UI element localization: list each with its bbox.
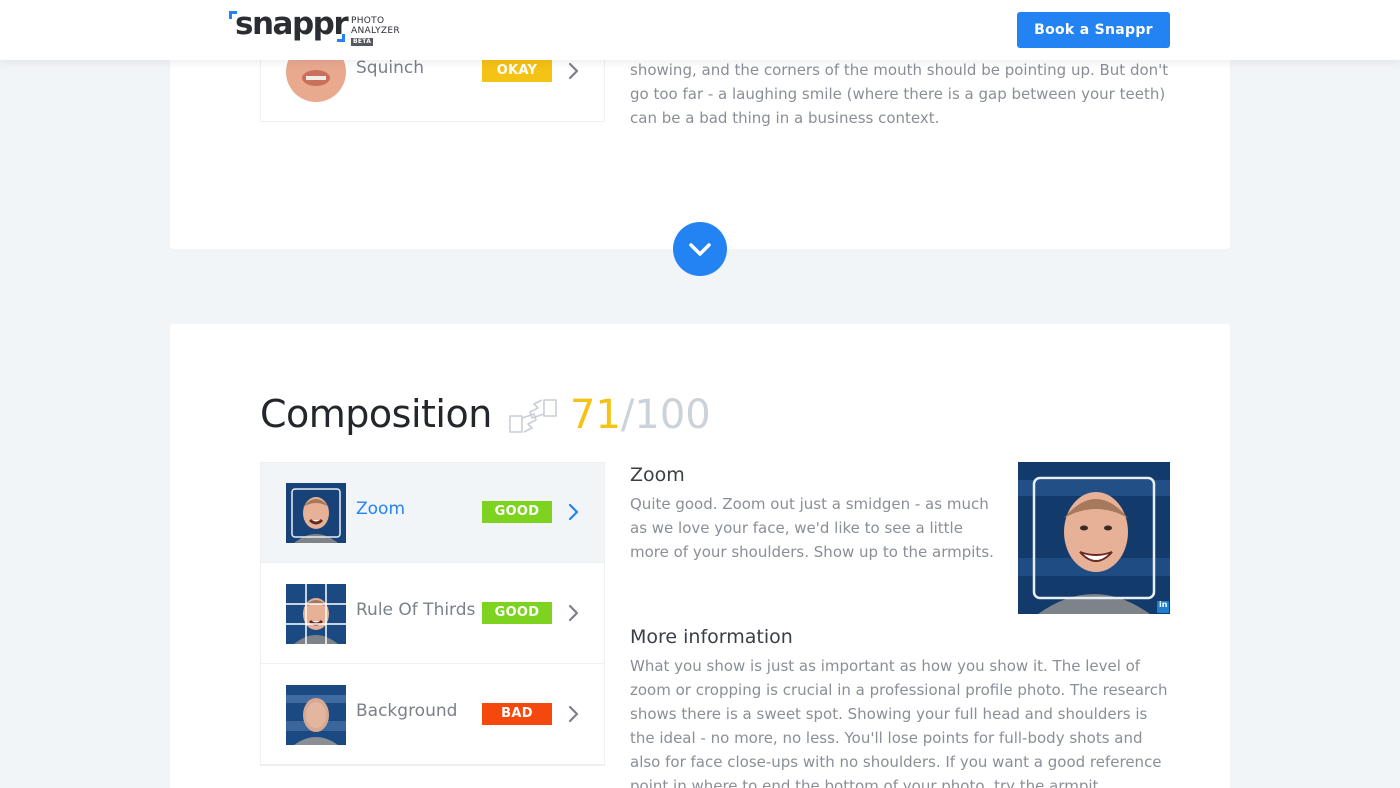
- score-max: /100: [620, 392, 711, 438]
- detail-description: Quite good. Zoom out just a smidgen - as…: [630, 495, 994, 561]
- more-information-heading: More information: [630, 626, 793, 648]
- criteria-row-rule-of-thirds[interactable]: Rule Of Thirds GOOD: [261, 564, 604, 664]
- criteria-row-label: Squinch: [356, 58, 424, 78]
- criteria-row-label: Rule Of Thirds: [356, 600, 476, 620]
- background-thumbnail: [286, 685, 346, 745]
- logo-subtitle-line1: PHOTO: [351, 16, 385, 26]
- chevron-right-icon: [568, 705, 579, 723]
- rating-badge-bad: BAD: [482, 703, 552, 725]
- composition-score: 71/100: [570, 392, 711, 438]
- zoom-thumbnail: [286, 483, 346, 543]
- chevron-right-icon: [568, 62, 579, 80]
- criteria-row-zoom[interactable]: Zoom GOOD: [261, 463, 604, 563]
- score-value: 71: [570, 392, 621, 438]
- criteria-row-background[interactable]: Background BAD: [261, 665, 604, 765]
- rating-badge-okay: OKAY: [482, 60, 552, 82]
- logo-subtitle-line2: ANALYZER: [351, 26, 400, 36]
- top-navigation-bar: snappr PHOTO ANALYZER BETA Book a Snappr: [0, 0, 1400, 60]
- section-title: Composition: [260, 392, 492, 436]
- composition-criteria-list: Zoom GOOD Rule Of Thirds GOOD Background…: [260, 462, 605, 766]
- expression-detail-text: showing, and the corners of the mouth sh…: [630, 61, 1169, 127]
- profile-photo-preview: in: [1018, 462, 1170, 614]
- detail-heading: Zoom: [630, 464, 685, 486]
- logo-subtitle: PHOTO ANALYZER BETA: [351, 16, 400, 46]
- logo-bracket-bottom-right: [337, 34, 345, 42]
- criteria-row-label: Background: [356, 701, 458, 721]
- composition-card: Composition 71/100 Zoom GOOD Rule Of Thi…: [170, 324, 1230, 788]
- more-information-text: What you show is just as important as ho…: [630, 657, 1168, 788]
- rating-badge-good: GOOD: [482, 602, 552, 624]
- linkedin-icon: in: [1159, 600, 1168, 609]
- scroll-down-button[interactable]: [673, 222, 727, 276]
- rule-of-thirds-thumbnail: [286, 584, 346, 644]
- chevron-right-icon: [568, 503, 579, 521]
- rating-badge-good: GOOD: [482, 501, 552, 523]
- logo-wordmark: snappr: [235, 6, 349, 42]
- hand-frame-icon: [509, 399, 557, 433]
- chevron-down-icon: [689, 243, 711, 256]
- beta-badge: BETA: [351, 38, 374, 46]
- criteria-row-label: Zoom: [356, 499, 406, 519]
- chevron-right-icon: [568, 604, 579, 622]
- book-a-snappr-button[interactable]: Book a Snappr: [1017, 12, 1170, 48]
